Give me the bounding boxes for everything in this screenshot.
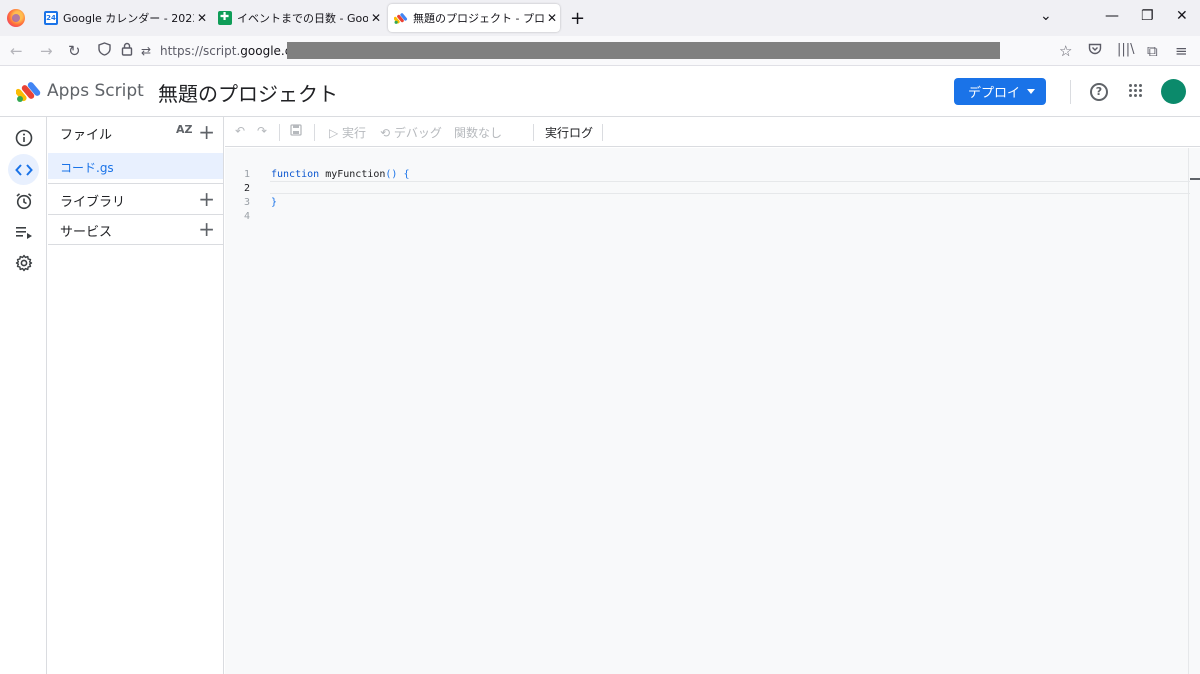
run-label: 実行 xyxy=(342,126,367,140)
divider xyxy=(1070,80,1071,104)
divider xyxy=(48,183,223,184)
new-tab-icon[interactable]: + xyxy=(570,8,585,29)
triggers-alarm-icon[interactable] xyxy=(8,185,39,216)
deploy-label: デプロイ xyxy=(968,86,1021,101)
left-nav-rail xyxy=(0,117,47,674)
apps-script-icon xyxy=(393,11,408,25)
bookmark-star-icon[interactable]: ☆ xyxy=(1059,42,1072,60)
dropdown-arrow-icon xyxy=(1027,89,1035,94)
services-heading: サービス xyxy=(60,225,113,240)
line-number: 1 xyxy=(244,169,251,180)
debug-label: デバッグ xyxy=(393,126,442,140)
redacted-url-bar xyxy=(287,42,1000,59)
google-apps-icon[interactable] xyxy=(1129,84,1143,98)
files-panel: ファイル AZ + コード.gs ライブラリ + サービス + xyxy=(48,117,224,674)
line-number: 3 xyxy=(244,197,251,208)
divider xyxy=(533,124,534,141)
line-number: 4 xyxy=(244,211,251,222)
redo-icon[interactable]: ↷ xyxy=(257,124,267,138)
extensions-icon[interactable]: ⧉ xyxy=(1147,42,1158,60)
forward-icon[interactable]: → xyxy=(40,42,53,60)
debug-button[interactable]: ⟲ デバッグ xyxy=(380,124,442,141)
files-heading: ファイル xyxy=(60,128,113,143)
tracking-shield-icon[interactable] xyxy=(98,42,111,60)
code-keyword: function xyxy=(271,169,320,180)
restore-icon[interactable]: ❐ xyxy=(1141,8,1154,24)
reload-icon[interactable]: ↻ xyxy=(68,42,81,60)
divider xyxy=(279,124,280,141)
tab-title: 無題のプロジェクト - プロジェクト編集 xyxy=(413,12,544,25)
cursor-position-marker xyxy=(1190,178,1200,180)
executions-icon[interactable] xyxy=(8,216,39,247)
editor-scrollbar[interactable] xyxy=(1188,148,1200,674)
list-all-tabs-icon[interactable]: ⌄ xyxy=(1040,8,1052,24)
close-tab-icon[interactable]: ✕ xyxy=(194,11,210,25)
close-tab-icon[interactable]: ✕ xyxy=(368,11,384,25)
code-function-name: myFunction xyxy=(319,169,386,180)
code-editor[interactable]: 1 2 3 4 function myFunction() { } xyxy=(225,148,1200,674)
code-close-brace[interactable]: } xyxy=(271,197,277,208)
undo-icon[interactable]: ↶ xyxy=(235,124,245,138)
project-title[interactable]: 無題のプロジェクト xyxy=(158,78,338,107)
settings-gear-icon[interactable] xyxy=(8,247,39,278)
file-item-code-gs[interactable]: コード.gs xyxy=(48,153,223,179)
back-icon[interactable]: ← xyxy=(10,42,23,60)
calendar-icon: 24 xyxy=(44,11,58,25)
file-name: コード.gs xyxy=(60,161,114,175)
code-open-brace: { xyxy=(397,169,410,180)
url-prefix: https://script. xyxy=(160,44,241,58)
divider xyxy=(314,124,315,141)
current-line-highlight xyxy=(270,181,1190,194)
add-service-button[interactable]: + xyxy=(198,219,215,239)
browser-tab-bar: 24 Google カレンダー - 2023年 6月 2 ✕ イベントまでの日数… xyxy=(0,0,1200,36)
tab-title: Google カレンダー - 2023年 6月 2 xyxy=(63,12,194,25)
libraries-heading: ライブラリ xyxy=(60,195,126,210)
divider xyxy=(602,124,603,141)
divider xyxy=(48,244,223,245)
sheets-icon xyxy=(218,10,232,25)
library-icon[interactable]: |||\ xyxy=(1117,42,1135,57)
execution-log-button[interactable]: 実行ログ xyxy=(545,124,593,141)
editor-code-icon[interactable] xyxy=(8,154,39,185)
close-tab-icon[interactable]: ✕ xyxy=(544,11,560,25)
code-line[interactable]: function myFunction() { xyxy=(271,169,410,180)
line-number: 2 xyxy=(244,183,251,194)
menu-icon[interactable]: ≡ xyxy=(1175,42,1188,60)
sort-az-icon[interactable]: AZ xyxy=(176,123,193,136)
close-window-icon[interactable]: ✕ xyxy=(1176,8,1188,24)
browser-tab-apps-script[interactable]: 無題のプロジェクト - プロジェクト編集 ✕ xyxy=(388,4,560,32)
avatar[interactable] xyxy=(1161,79,1186,104)
browser-tab-sheets[interactable]: イベントまでの日数 - Google スプレ ✕ xyxy=(212,4,384,32)
firefox-menu-icon[interactable] xyxy=(7,9,25,27)
pocket-icon[interactable] xyxy=(1088,42,1102,60)
add-file-button[interactable]: + xyxy=(198,122,215,142)
app-header: Apps Script 無題のプロジェクト デプロイ ? xyxy=(0,67,1200,117)
apps-script-logo[interactable] xyxy=(15,80,42,102)
save-icon[interactable] xyxy=(290,124,302,139)
app-name[interactable]: Apps Script xyxy=(47,81,144,101)
minimize-icon[interactable]: — xyxy=(1105,8,1119,24)
browser-tab-calendar[interactable]: 24 Google カレンダー - 2023年 6月 2 ✕ xyxy=(38,4,210,32)
code-parens: () xyxy=(385,169,398,180)
overview-info-icon[interactable] xyxy=(8,122,39,153)
deploy-button[interactable]: デプロイ xyxy=(954,78,1046,105)
lock-icon[interactable] xyxy=(121,42,133,60)
add-library-button[interactable]: + xyxy=(198,189,215,209)
sort-label: AZ xyxy=(176,123,193,136)
permissions-icon[interactable]: ⇄ xyxy=(141,44,151,58)
editor-toolbar: ↶ ↷ ▷ 実行 ⟲ デバッグ 関数なし 実行ログ xyxy=(225,117,1200,147)
help-icon[interactable]: ? xyxy=(1090,83,1108,101)
tab-title: イベントまでの日数 - Google スプレ xyxy=(237,12,368,25)
run-button[interactable]: ▷ 実行 xyxy=(329,124,366,141)
divider xyxy=(48,214,223,215)
function-select[interactable]: 関数なし xyxy=(454,124,502,141)
